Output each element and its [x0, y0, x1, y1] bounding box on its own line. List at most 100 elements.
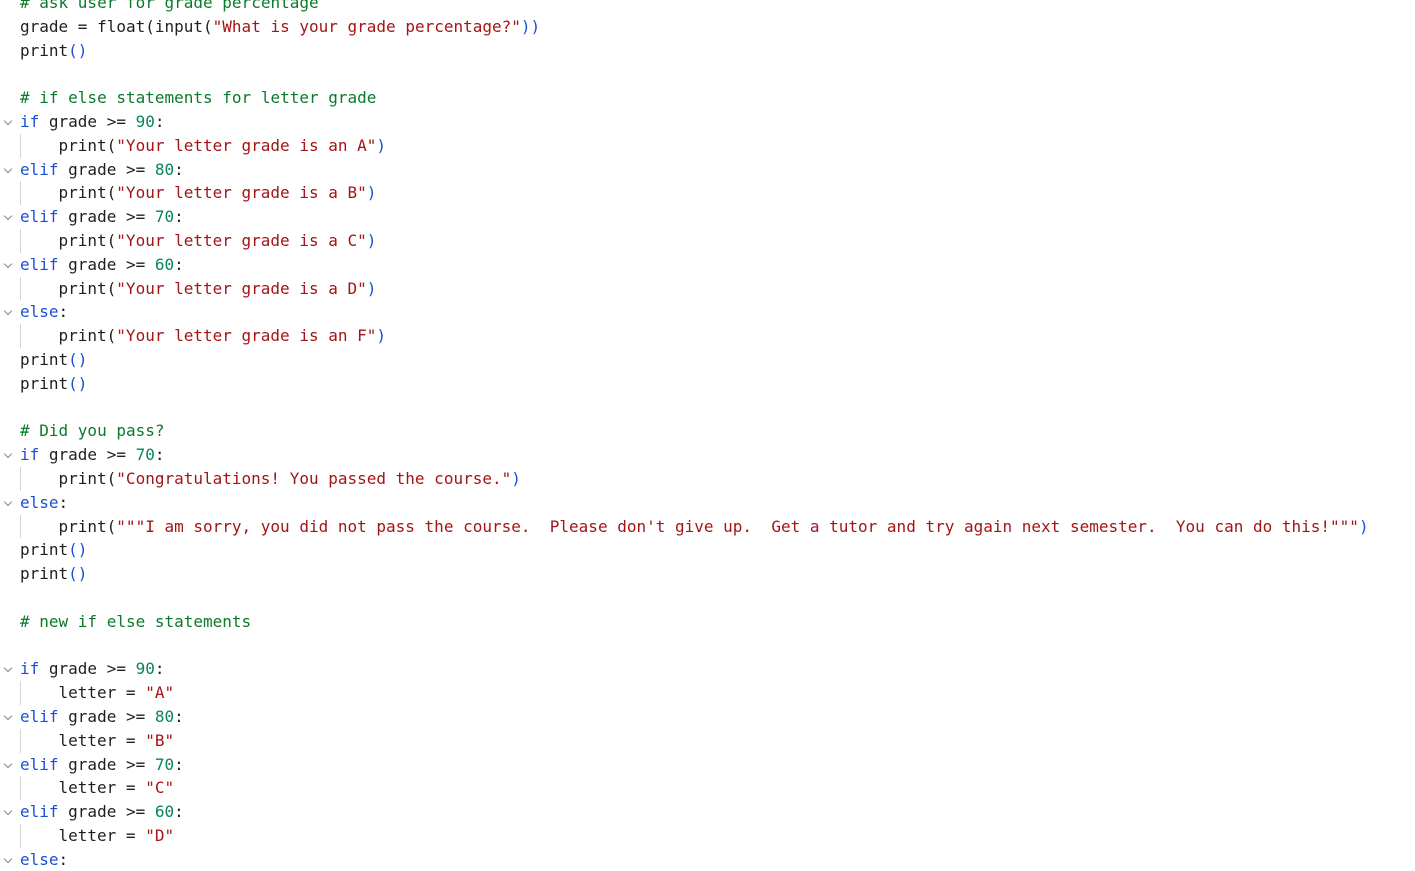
code-token: : — [154, 111, 165, 131]
chevron-down-icon[interactable] — [1, 491, 15, 515]
code-token: grade >= — [58, 254, 155, 274]
code-line[interactable]: elif grade >= 70: — [0, 753, 1415, 777]
chevron-down-icon[interactable] — [1, 705, 15, 729]
code-line[interactable] — [0, 586, 1415, 610]
code-line[interactable]: else: — [0, 300, 1415, 324]
chevron-down-icon[interactable] — [1, 753, 15, 777]
code-line[interactable]: grade = float(input("What is your grade … — [0, 15, 1415, 39]
code-token: print( — [58, 135, 117, 155]
code-token: 60 — [154, 802, 175, 822]
code-line[interactable]: elif grade >= 70: — [0, 205, 1415, 229]
chevron-down-icon[interactable] — [1, 158, 15, 182]
code-token: "C" — [145, 778, 175, 798]
code-token: grade >= — [58, 754, 155, 774]
code-text: letter = "C" — [59, 776, 175, 800]
code-token: 80 — [154, 159, 175, 179]
code-text: print() — [20, 39, 87, 63]
code-token: : — [154, 445, 165, 465]
code-token: # new if else statements — [20, 611, 252, 631]
code-token: ) — [366, 278, 377, 298]
code-line[interactable]: if grade >= 70: — [0, 443, 1415, 467]
code-line[interactable]: letter = "D" — [0, 823, 1415, 848]
code-token: print( — [58, 278, 117, 298]
code-token: print( — [58, 183, 117, 203]
code-text: else: — [20, 300, 68, 324]
code-token: () — [68, 349, 88, 369]
code-text: letter = "B" — [59, 729, 175, 753]
code-text: if grade >= 70: — [20, 443, 165, 467]
code-token: : — [174, 254, 184, 274]
code-line[interactable]: print() — [0, 562, 1415, 586]
code-editor[interactable]: # ask user for grade percentage grade = f… — [0, 0, 1415, 871]
code-line[interactable]: print() — [0, 538, 1415, 562]
code-line[interactable] — [0, 396, 1415, 420]
code-line[interactable]: elif grade >= 80: — [0, 705, 1415, 729]
code-line[interactable]: print() — [0, 372, 1415, 396]
code-token: "D" — [145, 825, 175, 845]
code-text: letter = "A" — [59, 681, 175, 705]
code-token: if — [20, 659, 40, 679]
code-text: else: — [20, 491, 68, 515]
code-line[interactable]: if grade >= 90: — [0, 657, 1415, 681]
code-token: () — [68, 373, 88, 393]
code-token: grade = float(input( — [20, 16, 213, 36]
code-token: letter = — [58, 778, 146, 798]
chevron-down-icon[interactable] — [1, 657, 15, 681]
code-line[interactable]: print() — [0, 39, 1415, 63]
code-line[interactable]: elif grade >= 60: — [0, 253, 1415, 277]
code-line[interactable]: letter = "B" — [0, 728, 1415, 753]
code-line[interactable]: # new if else statements — [0, 610, 1415, 634]
code-line[interactable]: print("""I am sorry, you did not pass th… — [0, 514, 1415, 539]
chevron-down-icon[interactable] — [1, 205, 15, 229]
code-line[interactable]: elif grade >= 60: — [0, 800, 1415, 824]
code-token: elif — [20, 706, 59, 726]
code-line[interactable]: letter = "A" — [0, 681, 1415, 705]
indent-guide — [20, 514, 21, 539]
chevron-down-icon[interactable] — [1, 443, 15, 467]
code-text: letter = "D" — [59, 824, 175, 848]
code-token: letter = — [58, 683, 146, 703]
code-line[interactable]: # ask user for grade percentage — [0, 0, 1415, 15]
code-token: : — [154, 659, 165, 679]
code-text: print("""I am sorry, you did not pass th… — [59, 515, 1369, 539]
code-token: print — [20, 40, 69, 60]
code-line[interactable]: print("Congratulations! You passed the c… — [0, 466, 1415, 491]
code-line[interactable]: print("Your letter grade is an F") — [0, 324, 1415, 348]
code-token: print( — [58, 326, 117, 346]
chevron-down-icon[interactable] — [1, 848, 15, 871]
chevron-down-icon[interactable] — [1, 110, 15, 134]
code-line[interactable]: letter = "C" — [0, 776, 1415, 801]
code-token: elif — [20, 802, 59, 822]
code-token: : — [174, 706, 184, 726]
code-line[interactable]: if grade >= 90: — [0, 110, 1415, 134]
code-token: print — [20, 373, 69, 393]
code-line[interactable]: print("Your letter grade is a C") — [0, 228, 1415, 253]
code-line[interactable]: print("Your letter grade is a B") — [0, 181, 1415, 206]
chevron-down-icon[interactable] — [1, 253, 15, 277]
indent-guide — [20, 276, 21, 301]
chevron-down-icon[interactable] — [1, 300, 15, 324]
code-token: elif — [20, 207, 59, 227]
code-token: 90 — [135, 111, 155, 131]
indent-guide — [20, 776, 21, 801]
code-token: 70 — [154, 754, 175, 774]
indent-guide — [20, 324, 21, 348]
code-text: elif grade >= 80: — [20, 705, 184, 729]
code-token: "Your letter grade is a C" — [116, 230, 367, 250]
code-line[interactable]: print() — [0, 348, 1415, 372]
code-line[interactable]: print("Your letter grade is an A") — [0, 133, 1415, 158]
code-line[interactable]: # Did you pass? — [0, 419, 1415, 443]
code-line[interactable]: else: — [0, 848, 1415, 871]
chevron-down-icon[interactable] — [1, 800, 15, 824]
code-line[interactable]: print("Your letter grade is a D") — [0, 276, 1415, 301]
code-token: grade >= — [58, 706, 155, 726]
code-text: if grade >= 90: — [20, 657, 165, 681]
code-line[interactable] — [0, 62, 1415, 86]
code-line[interactable]: elif grade >= 80: — [0, 158, 1415, 182]
code-text: else: — [20, 848, 68, 871]
code-token: ) — [376, 135, 387, 155]
code-text: print("Your letter grade is a B") — [59, 181, 377, 205]
code-line[interactable]: else: — [0, 491, 1415, 515]
code-line[interactable]: # if else statements for letter grade — [0, 86, 1415, 110]
code-line[interactable] — [0, 634, 1415, 658]
